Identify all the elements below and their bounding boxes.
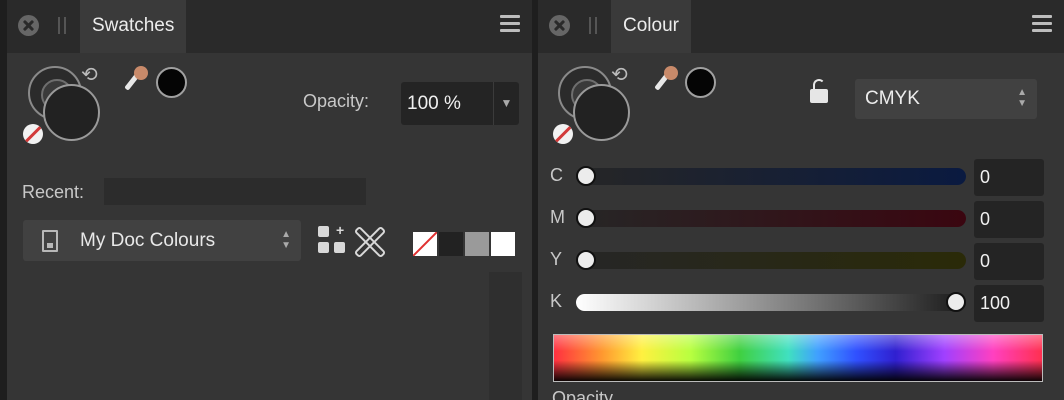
- swatches-panel: Swatches ⟲ Opacity: 100 % ▼ Recent: My D…: [7, 0, 532, 400]
- fill-stroke-well[interactable]: ⟲: [553, 64, 645, 148]
- slider-key[interactable]: [576, 292, 966, 312]
- colour-model-label: CMYK: [865, 88, 920, 109]
- slider-knob[interactable]: [576, 250, 596, 270]
- hamburger-menu-icon[interactable]: [1032, 15, 1052, 33]
- grip-icon[interactable]: [58, 17, 66, 34]
- picked-color-swatch: [685, 67, 716, 98]
- slider-knob[interactable]: [576, 166, 596, 186]
- tab-swatches[interactable]: Swatches: [80, 0, 187, 53]
- magenta-value-field[interactable]: 0: [974, 201, 1044, 238]
- hamburger-menu-icon[interactable]: [500, 15, 520, 33]
- palette-select-label: My Doc Colours: [80, 230, 216, 251]
- color-picker-icon[interactable]: [120, 64, 150, 104]
- opacity-value[interactable]: 100 %: [407, 82, 461, 125]
- swatch-white[interactable]: [491, 232, 515, 256]
- yellow-value-field[interactable]: 0: [974, 243, 1044, 280]
- updown-icon: ▲ ▼: [1017, 87, 1027, 109]
- slider-yellow[interactable]: [576, 250, 966, 270]
- updown-icon: ▲ ▼: [281, 229, 291, 251]
- swatches-scrollbar[interactable]: [489, 272, 522, 400]
- document-icon: [42, 230, 58, 252]
- cyan-value-field[interactable]: 0: [974, 159, 1044, 196]
- close-icon[interactable]: [549, 15, 570, 36]
- opacity-label: Opacity:: [303, 91, 370, 111]
- fill-swatch[interactable]: [573, 84, 630, 141]
- chevron-down-icon[interactable]: ▼: [493, 82, 519, 125]
- fill-swatch[interactable]: [43, 84, 100, 141]
- palette-select[interactable]: My Doc Colours ▲ ▼: [23, 220, 301, 261]
- swap-arrows-icon[interactable]: ⟲: [611, 64, 635, 86]
- grip-icon[interactable]: [589, 17, 597, 34]
- lock-icon[interactable]: [810, 79, 828, 103]
- recent-swatches-strip[interactable]: [104, 178, 366, 205]
- swatch-grey[interactable]: [465, 232, 489, 256]
- close-icon[interactable]: [18, 15, 39, 36]
- tab-colour[interactable]: Colour: [611, 0, 691, 53]
- colour-model-select[interactable]: CMYK ▲ ▼: [855, 79, 1037, 119]
- opacity-field[interactable]: 100 % ▼: [401, 82, 519, 125]
- swatches-tabbar: Swatches: [7, 0, 532, 53]
- slider-cyan[interactable]: [576, 166, 966, 186]
- swatch-none[interactable]: [413, 232, 437, 256]
- colour-panel: Colour ⟲ CMYK ▲ ▼ C 0 M 0 Y 0 K 100 Opaci…: [538, 0, 1064, 400]
- picked-color-swatch: [156, 67, 187, 98]
- colour-tabbar: Colour: [538, 0, 1064, 53]
- key-value-field[interactable]: 100: [974, 285, 1044, 322]
- color-picker-icon[interactable]: [650, 64, 680, 104]
- opacity-label: Opacity: [552, 388, 614, 400]
- fill-stroke-well[interactable]: ⟲: [23, 64, 115, 148]
- no-fill-icon[interactable]: [23, 124, 43, 144]
- channel-label-k: K: [550, 291, 563, 311]
- swap-arrows-icon[interactable]: ⟲: [81, 64, 105, 86]
- swatch-dark[interactable]: [439, 232, 463, 256]
- channel-label-y: Y: [550, 249, 563, 269]
- no-fill-icon[interactable]: [553, 124, 573, 144]
- channel-label-c: C: [550, 165, 563, 185]
- slider-magenta[interactable]: [576, 208, 966, 228]
- channel-label-m: M: [550, 207, 565, 227]
- recent-label: Recent:: [22, 182, 85, 202]
- colour-spectrum[interactable]: [553, 334, 1043, 382]
- add-swatch-icon[interactable]: +: [318, 223, 348, 256]
- slider-knob[interactable]: [946, 292, 966, 312]
- remove-swatch-icon[interactable]: [353, 225, 383, 255]
- slider-knob[interactable]: [576, 208, 596, 228]
